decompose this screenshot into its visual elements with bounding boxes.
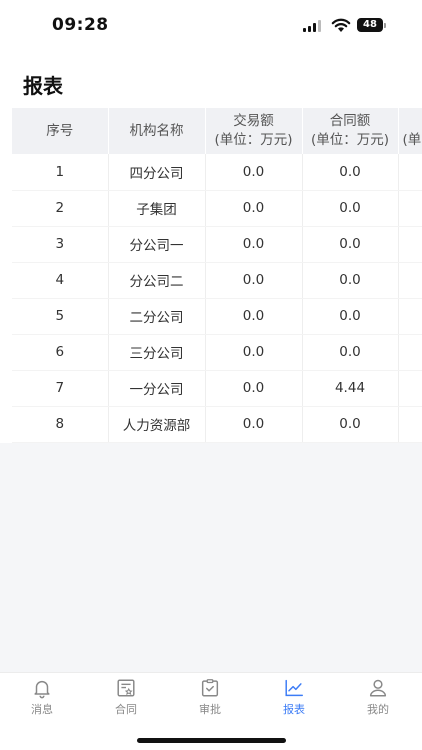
- cell-index: 2: [12, 190, 109, 227]
- tab-reports[interactable]: 报表: [252, 673, 336, 723]
- cell-contract: 0.0: [302, 154, 399, 191]
- report-table: 序号 机构名称 交易额 (单位：万元) 合同额 (单位：万元) (单 1 四分公…: [12, 108, 422, 443]
- table-row: 1 四分公司 0.0 0.0: [12, 154, 422, 191]
- cell-contract: 0.0: [302, 262, 399, 299]
- tab-label: 审批: [199, 703, 221, 716]
- tab-approval[interactable]: 审批: [168, 673, 252, 723]
- status-time: 09:28: [52, 15, 109, 35]
- cell-contract: 0.0: [302, 334, 399, 371]
- tab-label: 合同: [115, 703, 137, 716]
- table-row: 3 分公司一 0.0 0.0: [12, 226, 422, 263]
- cell-extra: [398, 154, 422, 191]
- header-contract-amount: 合同额 (单位：万元): [302, 108, 399, 154]
- table-row: 6 三分公司 0.0 0.0: [12, 334, 422, 371]
- chart-icon: [285, 679, 303, 697]
- cell-contract: 0.0: [302, 298, 399, 335]
- cell-contract: 0.0: [302, 190, 399, 227]
- cell-trade: 0.0: [205, 262, 303, 299]
- cell-contract: 4.44: [302, 370, 399, 407]
- cell-index: 6: [12, 334, 109, 371]
- cell-extra: [398, 262, 422, 299]
- cell-index: 5: [12, 298, 109, 335]
- cell-trade: 0.0: [205, 334, 303, 371]
- status-bar: 09:28 48: [0, 0, 422, 50]
- cell-extra: [398, 190, 422, 227]
- page-title: 报表: [23, 74, 63, 98]
- cell-org: 人力资源部: [108, 406, 206, 443]
- cell-contract: 0.0: [302, 406, 399, 443]
- tab-profile[interactable]: 我的: [336, 673, 420, 723]
- cell-index: 8: [12, 406, 109, 443]
- bell-icon: [34, 680, 50, 699]
- cell-trade: 0.0: [205, 154, 303, 191]
- table-row: 5 二分公司 0.0 0.0: [12, 298, 422, 335]
- cell-index: 7: [12, 370, 109, 407]
- cell-trade: 0.0: [205, 190, 303, 227]
- tab-label: 我的: [367, 703, 389, 716]
- cell-index: 1: [12, 154, 109, 191]
- cell-org: 三分公司: [108, 334, 206, 371]
- report-table-scroll[interactable]: 序号 机构名称 交易额 (单位：万元) 合同额 (单位：万元) (单 1 四分公…: [12, 108, 422, 443]
- table-row: 8 人力资源部 0.0 0.0: [12, 406, 422, 443]
- cell-index: 4: [12, 262, 109, 299]
- cell-trade: 0.0: [205, 226, 303, 263]
- wifi-icon: [331, 18, 351, 32]
- table-row: 7 一分公司 0.0 4.44: [12, 370, 422, 407]
- cell-trade: 0.0: [205, 298, 303, 335]
- cell-extra: [398, 298, 422, 335]
- header-trade-amount: 交易额 (单位：万元): [205, 108, 303, 154]
- header-index: 序号: [12, 108, 109, 154]
- table-row: 4 分公司二 0.0 0.0: [12, 262, 422, 299]
- table-header-row: 序号 机构名称 交易额 (单位：万元) 合同额 (单位：万元) (单: [12, 108, 422, 154]
- cell-org: 二分公司: [108, 298, 206, 335]
- contract-icon: [117, 679, 135, 697]
- header-next-column: (单: [398, 108, 422, 154]
- cellular-signal-icon: [303, 20, 323, 32]
- cell-org: 分公司一: [108, 226, 206, 263]
- cell-trade: 0.0: [205, 406, 303, 443]
- cell-extra: [398, 370, 422, 407]
- tab-label: 报表: [283, 703, 305, 716]
- cell-extra: [398, 334, 422, 371]
- battery-cap: [384, 23, 386, 28]
- table-row: 2 子集团 0.0 0.0: [12, 190, 422, 227]
- header-org-name: 机构名称: [108, 108, 206, 154]
- tab-label: 消息: [31, 703, 53, 716]
- cell-org: 一分公司: [108, 370, 206, 407]
- home-indicator[interactable]: [137, 738, 286, 743]
- cell-index: 3: [12, 226, 109, 263]
- tab-messages[interactable]: 消息: [0, 673, 84, 723]
- cell-contract: 0.0: [302, 226, 399, 263]
- user-icon: [369, 679, 387, 697]
- cell-org: 四分公司: [108, 154, 206, 191]
- cell-extra: [398, 226, 422, 263]
- cell-org: 子集团: [108, 190, 206, 227]
- battery-icon: 48: [357, 18, 383, 32]
- tab-contracts[interactable]: 合同: [84, 673, 168, 723]
- cell-trade: 0.0: [205, 370, 303, 407]
- cell-extra: [398, 406, 422, 443]
- approval-icon: [201, 679, 219, 697]
- cell-org: 分公司二: [108, 262, 206, 299]
